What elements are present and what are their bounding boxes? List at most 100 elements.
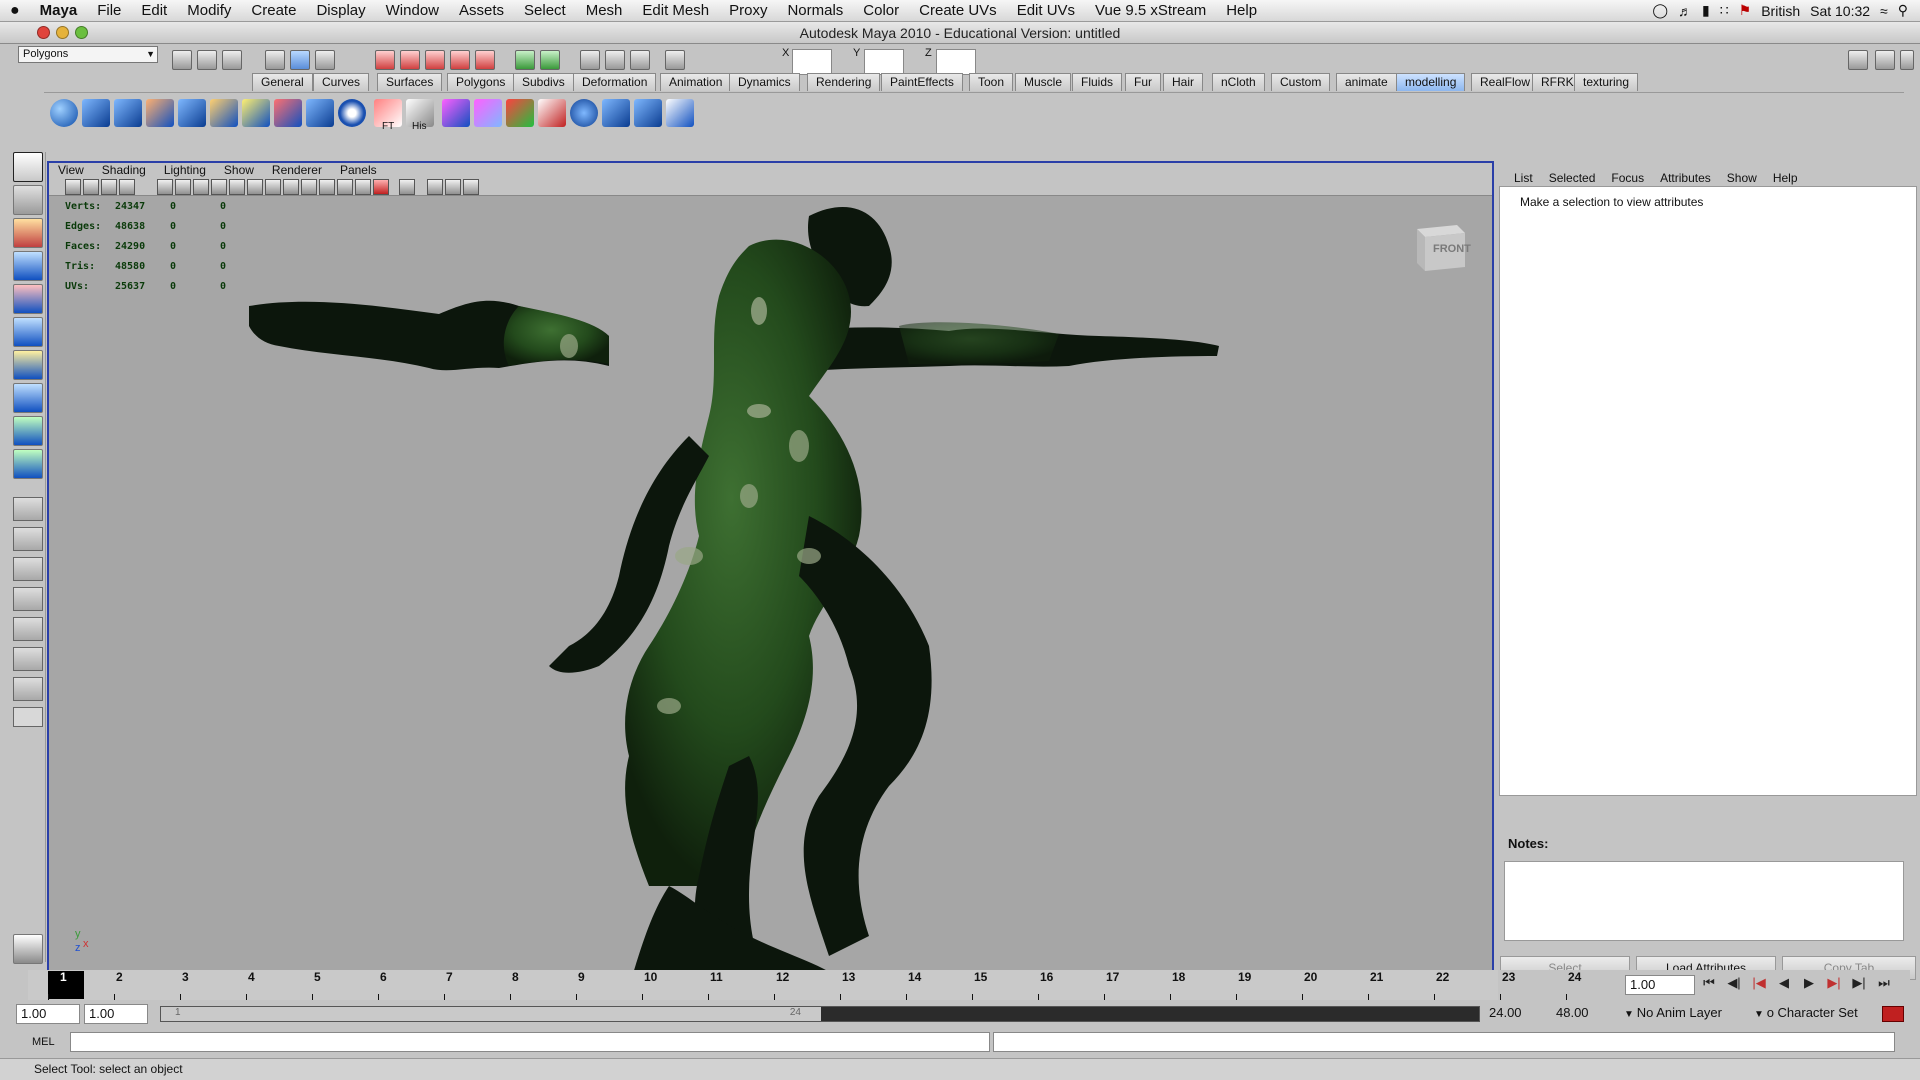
shelf-tab-rendering[interactable]: Rendering bbox=[807, 73, 881, 91]
scale-tool-icon[interactable] bbox=[13, 317, 43, 347]
shelf-tab-dynamics[interactable]: Dynamics bbox=[729, 73, 800, 91]
time-slider-track[interactable]: 1 2 3 4 5 6 7 8 9 10 11 12 13 14 15 16 17 18 19 20 21 22 23 24 bbox=[28, 970, 1581, 1000]
graph-editor-layout-icon[interactable] bbox=[13, 677, 43, 701]
soft-modification-icon[interactable] bbox=[13, 383, 43, 413]
curve-tool-icon[interactable] bbox=[666, 99, 694, 127]
character-set-dropdown[interactable]: ▼ o Character Set bbox=[1750, 1004, 1880, 1024]
end-time-field[interactable]: 48.00 bbox=[1552, 1004, 1616, 1024]
cleanup-icon[interactable] bbox=[634, 99, 662, 127]
resolution-gate-icon[interactable] bbox=[193, 179, 209, 195]
xray-icon[interactable] bbox=[355, 179, 371, 195]
menu-edit[interactable]: Edit bbox=[131, 2, 177, 19]
smooth-shade-icon[interactable] bbox=[265, 179, 281, 195]
high-quality-icon[interactable] bbox=[427, 179, 443, 195]
camera-attributes-icon[interactable] bbox=[83, 179, 99, 195]
hud-toggle-icon[interactable] bbox=[399, 179, 415, 195]
battery-icon[interactable]: ▮ bbox=[1702, 2, 1710, 19]
universal-manipulator-icon[interactable] bbox=[13, 350, 43, 380]
menu-assets[interactable]: Assets bbox=[449, 2, 514, 19]
play-backwards-icon[interactable]: ◀ bbox=[1775, 975, 1793, 993]
shelf-tab-modelling[interactable]: modelling bbox=[1396, 73, 1466, 91]
attr-menu-list[interactable]: List bbox=[1506, 171, 1541, 185]
extrude-icon[interactable] bbox=[114, 99, 142, 127]
shelf-tab-animation[interactable]: Animation bbox=[660, 73, 732, 91]
time-slider[interactable]: 1 2 3 4 5 6 7 8 9 10 11 12 13 14 15 16 17 18 19 20 21 22 23 24… bbox=[10, 970, 1910, 1002]
menu-window[interactable]: Window bbox=[376, 2, 449, 19]
field-chart-icon[interactable] bbox=[211, 179, 227, 195]
shelf-tab-fluids[interactable]: Fluids bbox=[1072, 73, 1123, 91]
shelf-tab-hair[interactable]: Hair bbox=[1163, 73, 1204, 91]
playback-start-field[interactable]: 1.00 bbox=[84, 1004, 148, 1024]
shelf-tab-muscle[interactable]: Muscle bbox=[1015, 73, 1072, 91]
wifi-icon[interactable]: ≈ bbox=[1880, 3, 1888, 19]
shelf-tab-curves[interactable]: Curves bbox=[313, 73, 370, 91]
notes-field[interactable] bbox=[1504, 861, 1904, 941]
reduce-icon[interactable] bbox=[602, 99, 630, 127]
mirror-icon[interactable] bbox=[570, 99, 598, 127]
four-view-layout-icon[interactable] bbox=[13, 527, 43, 551]
single-perspective-layout-icon[interactable] bbox=[13, 497, 43, 521]
grid-toggle-icon[interactable] bbox=[157, 179, 173, 195]
apple-menu-icon[interactable]: ● bbox=[0, 2, 30, 20]
viewport-menu-view[interactable]: View bbox=[49, 163, 93, 178]
move-tool-icon[interactable] bbox=[13, 251, 43, 281]
shelf-tab-deformation[interactable]: Deformation bbox=[573, 73, 657, 91]
paint-select-tool-icon[interactable] bbox=[13, 218, 43, 248]
start-time-field[interactable]: 1.00 bbox=[16, 1004, 80, 1024]
smooth-icon[interactable] bbox=[338, 99, 366, 127]
safe-action-icon[interactable] bbox=[229, 179, 245, 195]
separate-icon[interactable] bbox=[538, 99, 566, 127]
step-back-key-icon[interactable]: |◀ bbox=[1750, 975, 1768, 993]
append-polygon-icon[interactable] bbox=[178, 99, 206, 127]
go-to-start-icon[interactable]: ⏮ bbox=[1700, 975, 1718, 993]
go-to-end-icon[interactable]: ⏭ bbox=[1875, 975, 1893, 993]
command-input[interactable] bbox=[70, 1032, 990, 1052]
image-plane-icon[interactable] bbox=[119, 179, 135, 195]
anim-layer-dropdown[interactable]: ▼ No Anim Layer bbox=[1620, 1004, 1748, 1024]
show-manipulator-icon[interactable] bbox=[13, 416, 43, 446]
viewport-menu-panels[interactable]: Panels bbox=[331, 163, 386, 178]
shelf-tab-fur[interactable]: Fur bbox=[1125, 73, 1161, 91]
hypershade-layout-icon[interactable] bbox=[13, 617, 43, 641]
shelf-tab-subdivs[interactable]: Subdivs bbox=[513, 73, 574, 91]
shelf-tab-polygons[interactable]: Polygons bbox=[447, 73, 515, 91]
bluetooth-icon[interactable]: ◯ bbox=[1652, 2, 1668, 19]
cut-faces-icon[interactable] bbox=[306, 99, 334, 127]
play-forwards-icon[interactable]: ▶ bbox=[1800, 975, 1818, 993]
rotate-tool-icon[interactable] bbox=[13, 284, 43, 314]
layout-menu-icon[interactable] bbox=[13, 707, 43, 727]
viewcube[interactable]: FRONT bbox=[1409, 219, 1471, 275]
shelf-tab-ncloth[interactable]: nCloth bbox=[1212, 73, 1265, 91]
spaces-icon[interactable]: ∷ bbox=[1720, 2, 1729, 19]
range-bar[interactable]: 1 24 bbox=[160, 1006, 1480, 1022]
quad-view-icon[interactable] bbox=[445, 179, 461, 195]
shelf-tab-custom[interactable]: Custom bbox=[1271, 73, 1331, 91]
poly-sphere-icon[interactable] bbox=[50, 99, 78, 127]
current-time-field[interactable]: 1.00 bbox=[1625, 975, 1695, 995]
insert-edge-loop-icon[interactable] bbox=[242, 99, 270, 127]
shelf-tab-painteffects[interactable]: PaintEffects bbox=[881, 73, 963, 91]
step-forward-icon[interactable]: ▶| bbox=[1850, 975, 1868, 993]
menu-vue[interactable]: Vue 9.5 xStream bbox=[1085, 2, 1216, 19]
menu-file[interactable]: File bbox=[87, 2, 131, 19]
perspective-viewport[interactable]: View Shading Lighting Show Renderer Pane… bbox=[47, 161, 1494, 989]
menu-color[interactable]: Color bbox=[853, 2, 909, 19]
volume-icon[interactable]: ♬ bbox=[1678, 3, 1692, 19]
viewport-menu-shading[interactable]: Shading bbox=[93, 163, 155, 178]
render-view-icon[interactable] bbox=[463, 179, 479, 195]
menu-create-uvs[interactable]: Create UVs bbox=[909, 2, 1007, 19]
step-back-icon[interactable]: ◀| bbox=[1725, 975, 1743, 993]
range-bar-fill[interactable]: 1 24 bbox=[161, 1007, 821, 1021]
isolate-select-icon[interactable] bbox=[373, 179, 389, 195]
menu-mesh[interactable]: Mesh bbox=[576, 2, 633, 19]
lasso-tool-icon[interactable] bbox=[13, 185, 43, 215]
attr-menu-selected[interactable]: Selected bbox=[1541, 171, 1604, 185]
viewport-menu-renderer[interactable]: Renderer bbox=[263, 163, 331, 178]
menu-help[interactable]: Help bbox=[1216, 2, 1267, 19]
menu-display[interactable]: Display bbox=[306, 2, 375, 19]
outliner-layout-icon[interactable] bbox=[13, 647, 43, 671]
spotlight-icon[interactable]: ⚲ bbox=[1898, 2, 1908, 19]
menu-edit-mesh[interactable]: Edit Mesh bbox=[632, 2, 719, 19]
auto-key-icon[interactable] bbox=[1882, 1006, 1904, 1022]
input-source[interactable]: British bbox=[1761, 3, 1800, 19]
